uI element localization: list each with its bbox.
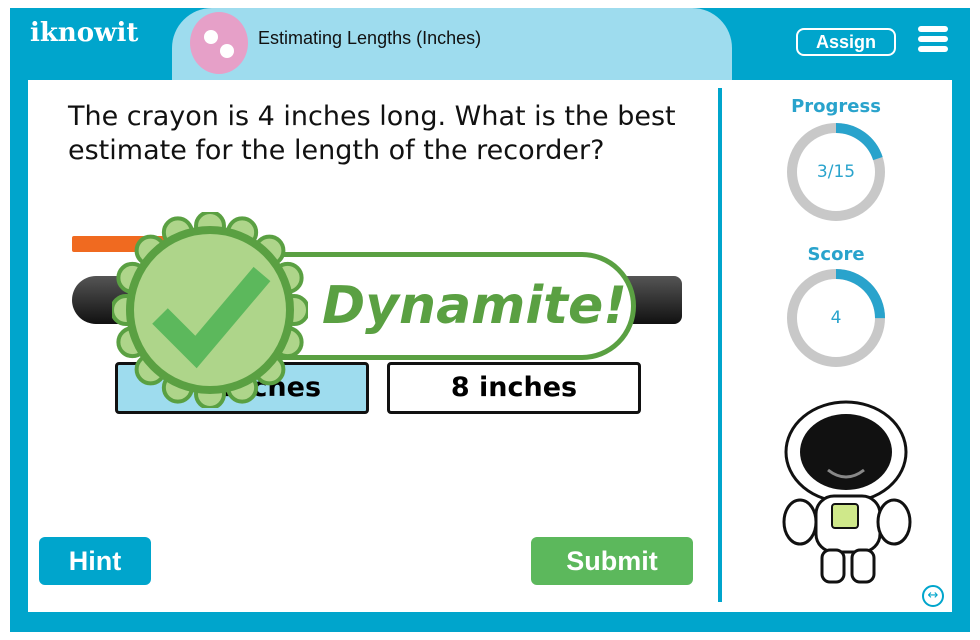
- topic-icon: [190, 12, 248, 74]
- feedback-text: Dynamite!: [322, 276, 628, 336]
- score-value: 4: [830, 308, 842, 328]
- divider: [718, 88, 722, 602]
- lesson-title: Estimating Lengths (Inches): [258, 28, 482, 48]
- progress-value: 3/15: [816, 162, 856, 182]
- astronaut-mascot: [782, 400, 912, 584]
- answer-label: 8 inches: [450, 372, 578, 403]
- hamburger-icon[interactable]: [918, 26, 948, 56]
- question-text: The crayon is 4 inches long. What is the…: [68, 101, 676, 166]
- progress-label: Progress: [791, 96, 881, 117]
- logo[interactable]: iknowit: [30, 18, 138, 48]
- hint-button[interactable]: Hint: [39, 537, 151, 585]
- checkmark-badge-icon: [112, 212, 308, 408]
- submit-button[interactable]: Submit: [531, 537, 693, 585]
- expand-icon[interactable]: ↔: [922, 585, 944, 607]
- score-label: Score: [807, 244, 865, 265]
- answer-option-2[interactable]: 8 inches: [387, 362, 641, 414]
- assign-button[interactable]: Assign: [796, 28, 896, 56]
